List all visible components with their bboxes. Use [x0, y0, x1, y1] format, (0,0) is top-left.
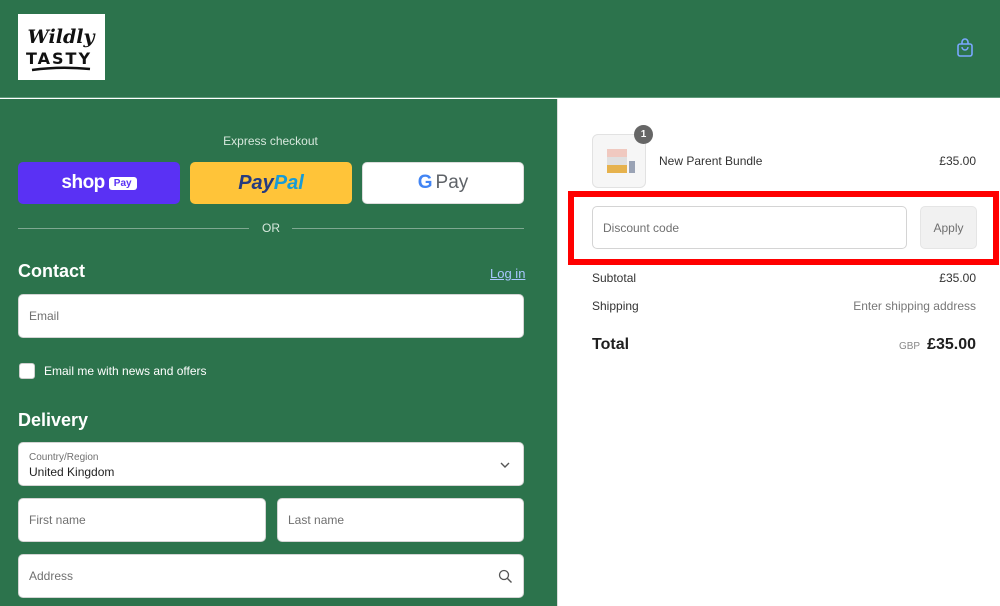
- last-name-placeholder: Last name: [288, 513, 345, 527]
- divider-line-right: [292, 228, 524, 229]
- total-value: £35.00: [927, 336, 976, 353]
- shopping-bag-icon[interactable]: [956, 38, 974, 58]
- first-name-placeholder: First name: [29, 513, 86, 527]
- site-header: Wildly TASTY: [0, 0, 1000, 98]
- brand-logo[interactable]: Wildly TASTY: [18, 14, 105, 80]
- contact-heading: Contact: [18, 261, 85, 281]
- google-pay-button[interactable]: G Pay: [362, 162, 524, 204]
- express-checkout-label: Express checkout: [223, 134, 318, 148]
- chevron-down-icon: [500, 462, 510, 468]
- address-field[interactable]: Address: [18, 554, 524, 598]
- newsletter-label: Email me with news and offers: [44, 364, 207, 378]
- or-divider: OR: [18, 220, 524, 236]
- apply-label: Apply: [933, 220, 964, 235]
- discount-placeholder: Discount code: [603, 220, 680, 235]
- product-price: £35.00: [939, 154, 976, 168]
- order-summary-panel: 1 New Parent Bundle £35.00 Discount code…: [557, 99, 1000, 606]
- newsletter-option[interactable]: Email me with news and offers: [19, 363, 207, 379]
- last-name-field[interactable]: Last name: [277, 498, 524, 542]
- logo-text-bottom: TASTY: [26, 49, 92, 68]
- subtotal-value: £35.00: [939, 271, 976, 285]
- country-select[interactable]: Country/Region United Kingdom: [18, 442, 524, 486]
- login-link[interactable]: Log in: [490, 266, 525, 281]
- checkout-form-panel: Express checkout shop Pay Pay Pal G Pay O…: [0, 99, 557, 606]
- delivery-heading: Delivery: [18, 410, 89, 430]
- product-name: New Parent Bundle: [659, 154, 763, 168]
- google-pay-word: Pay: [435, 172, 469, 193]
- country-value: United Kingdom: [29, 465, 115, 479]
- email-placeholder: Email: [29, 309, 60, 323]
- discount-code-field[interactable]: Discount code: [592, 206, 907, 249]
- subtotal-label: Subtotal: [592, 271, 637, 285]
- paypal-button[interactable]: Pay Pal: [190, 162, 352, 204]
- shop-pay-word: shop: [61, 172, 105, 193]
- paypal-logo-part2: Pal: [273, 171, 304, 194]
- address-placeholder: Address: [29, 569, 74, 583]
- shop-pay-badge: Pay: [108, 176, 137, 190]
- apply-discount-button[interactable]: Apply: [920, 206, 977, 249]
- country-label: Country/Region: [29, 452, 99, 463]
- search-icon[interactable]: [498, 569, 513, 584]
- first-name-field[interactable]: First name: [18, 498, 266, 542]
- shop-pay-button[interactable]: shop Pay: [18, 162, 180, 204]
- paypal-logo-part1: Pay: [238, 171, 274, 194]
- google-g-icon: G: [417, 172, 433, 193]
- total-label: Total: [592, 336, 630, 353]
- shipping-label: Shipping: [592, 299, 639, 313]
- quantity-badge: 1: [634, 125, 653, 144]
- shipping-value: Enter shipping address: [853, 299, 976, 313]
- newsletter-checkbox[interactable]: [19, 363, 35, 379]
- total-currency: GBP: [898, 341, 921, 352]
- logo-text-top: Wildly: [28, 26, 97, 48]
- total-amount-group: GBP £35.00: [899, 336, 976, 354]
- email-field[interactable]: Email: [18, 294, 524, 338]
